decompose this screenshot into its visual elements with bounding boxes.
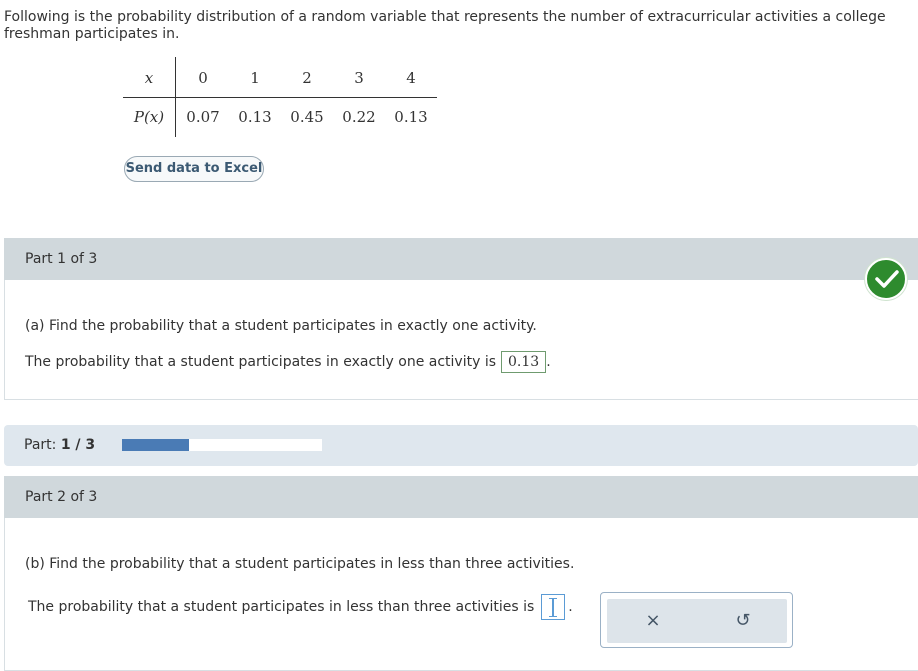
p-value: 0.45 — [290, 108, 324, 126]
send-to-excel-button[interactable]: Send data to Excel — [124, 156, 264, 182]
answer-toolbox: × ↺ — [600, 592, 793, 648]
period: . — [568, 599, 573, 615]
p-value: 0.13 — [394, 108, 428, 126]
probability-distribution-table: x 0 1 2 3 4 P(x) 0.07 0.13 0.45 0.22 0.1… — [123, 57, 437, 137]
x-label: x — [144, 69, 154, 87]
p-label: P(x) — [133, 108, 165, 126]
part2-question: (b) Find the probability that a student … — [25, 556, 575, 572]
p-value: 0.13 — [238, 108, 272, 126]
part-progress: Part: 1 / 3 — [4, 425, 918, 466]
part1-answer-box[interactable]: 0.13 — [501, 351, 547, 373]
p-value: 0.07 — [186, 108, 220, 126]
part2-answer-line: The probability that a student participa… — [28, 594, 573, 620]
progress-value: 1 / 3 — [60, 437, 96, 453]
part1-answer-line: The probability that a student participa… — [25, 351, 551, 373]
part1-answer-text: The probability that a student participa… — [25, 354, 497, 370]
x-value: 2 — [302, 69, 312, 87]
progress-label: Part: 1 / 3 — [24, 437, 96, 453]
part1-header: Part 1 of 3 — [4, 238, 918, 280]
progress-track — [122, 439, 322, 451]
part2-header: Part 2 of 3 — [4, 476, 918, 518]
part2-answer-input[interactable] — [541, 594, 566, 620]
x-value: 3 — [354, 69, 364, 87]
progress-fill — [122, 439, 189, 451]
clear-icon[interactable]: × — [641, 609, 665, 633]
toolbox-inner: × ↺ — [607, 599, 787, 643]
part1-body — [4, 280, 918, 400]
p-value: 0.22 — [342, 108, 376, 126]
text-cursor-icon — [549, 598, 558, 617]
problem-intro: Following is the probability distributio… — [4, 9, 886, 42]
x-value: 1 — [250, 69, 260, 87]
x-value: 4 — [406, 69, 416, 87]
undo-icon[interactable]: ↺ — [731, 609, 755, 633]
part1-question: (a) Find the probability that a student … — [25, 318, 537, 334]
correct-check-icon — [865, 258, 907, 300]
part2-answer-text: The probability that a student participa… — [28, 599, 535, 615]
table-horizontal-divider — [123, 97, 437, 98]
period: . — [546, 354, 551, 370]
x-value: 0 — [198, 69, 208, 87]
